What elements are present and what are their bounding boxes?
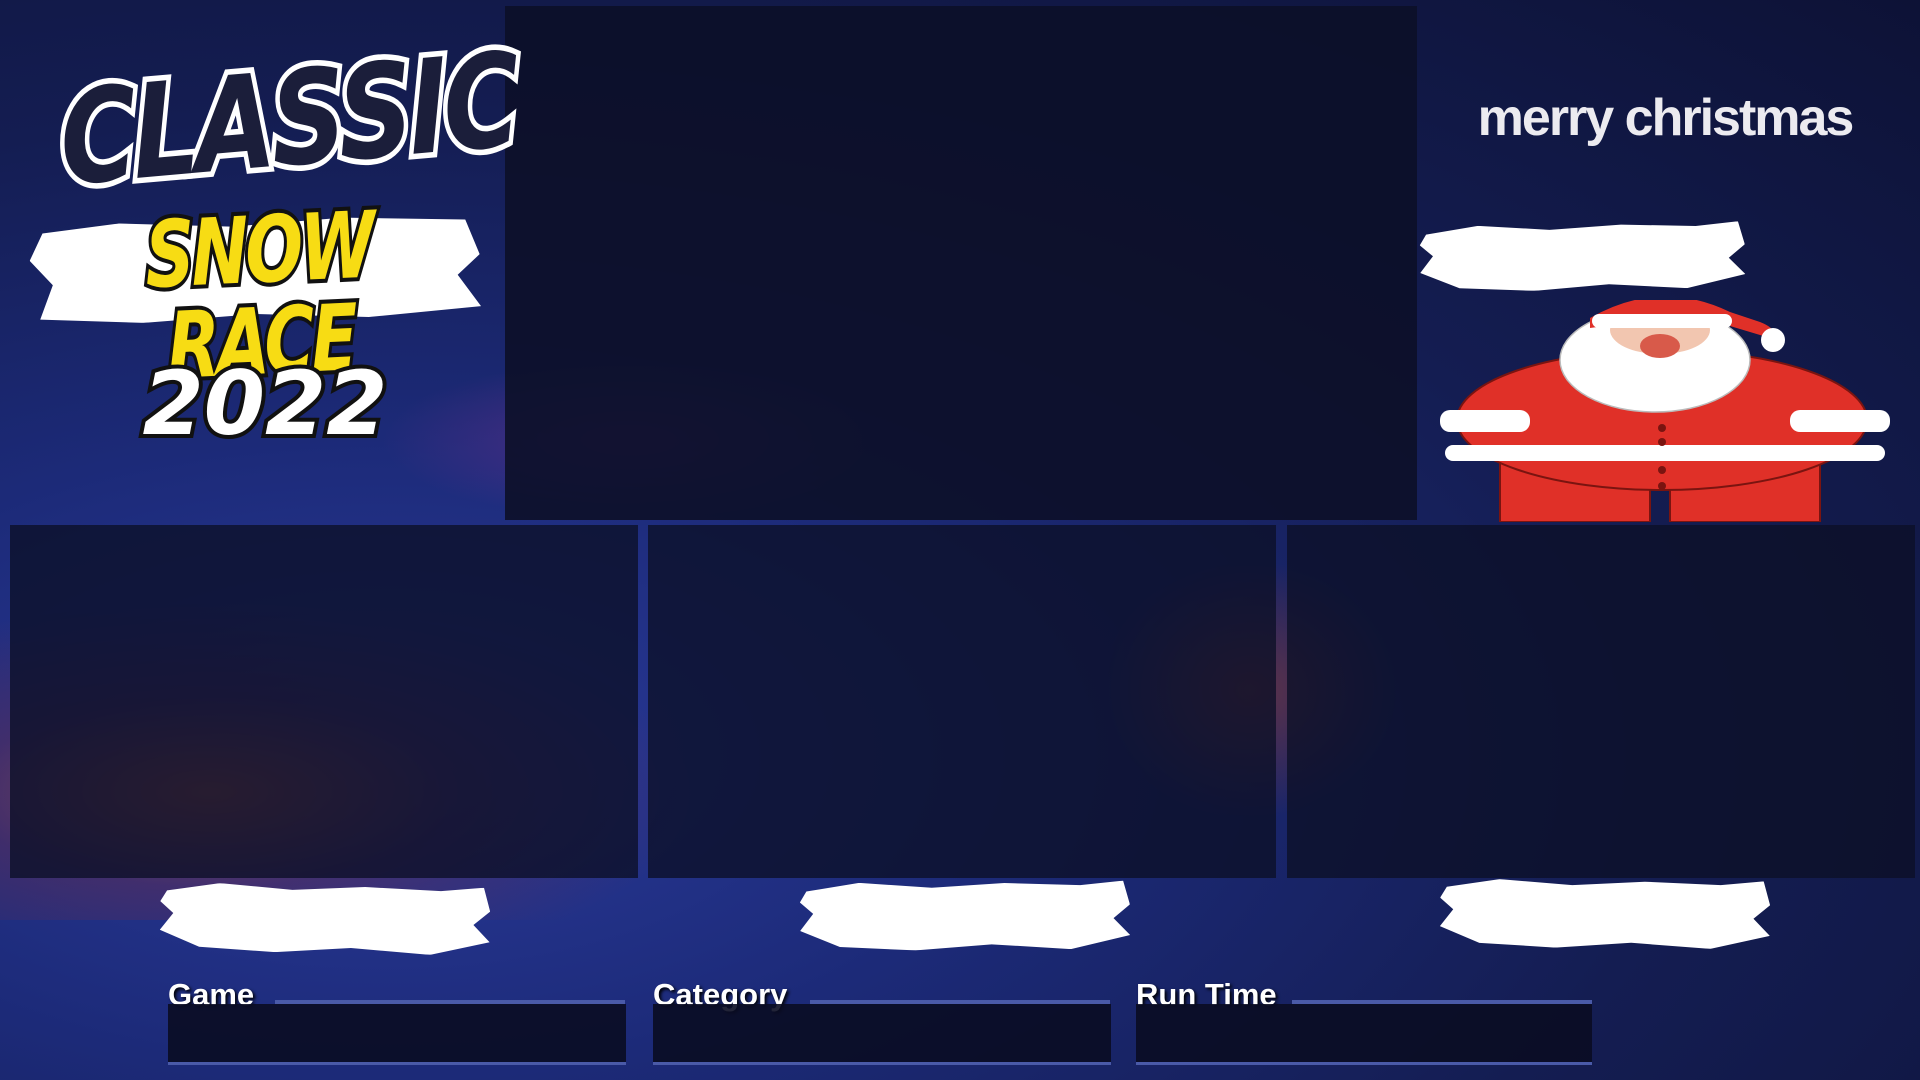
- game-field: [168, 1004, 626, 1065]
- runner-name-plate-1: [159, 882, 490, 956]
- category-field: [653, 1004, 1111, 1065]
- host-name-plate: [1419, 221, 1745, 293]
- runner-feed-2: [648, 525, 1276, 878]
- runner-name-plate-3: [1440, 879, 1771, 950]
- logo-year-text: 2022: [139, 352, 392, 455]
- event-logo: CLASSIC SNOW RACE 2022: [20, 19, 525, 460]
- main-game-feed: [505, 6, 1417, 520]
- runner-feed-1: [10, 525, 638, 878]
- logo-classic-text: CLASSIC: [51, 19, 525, 221]
- runtime-field: [1136, 1004, 1592, 1065]
- greeting-text: merry christmas: [1477, 89, 1855, 147]
- santa-illustration: [1440, 300, 1890, 522]
- runner-feed-3: [1287, 525, 1915, 878]
- runner-name-plate-2: [800, 881, 1131, 952]
